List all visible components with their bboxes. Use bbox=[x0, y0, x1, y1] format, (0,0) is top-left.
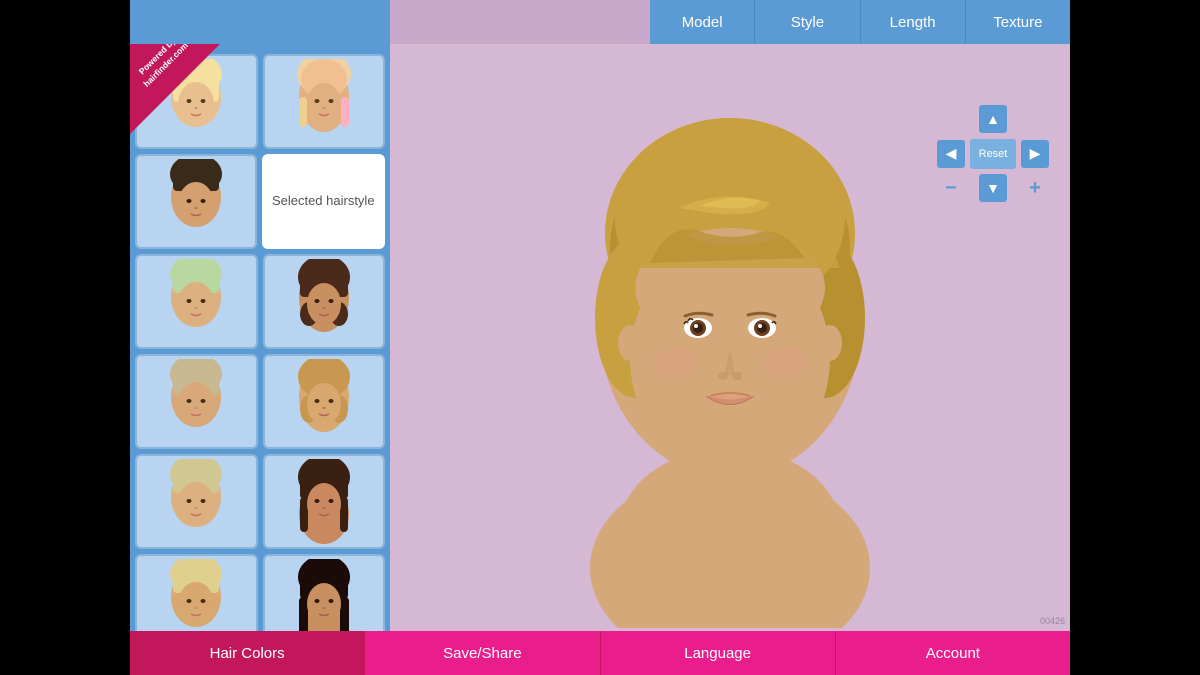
tab-length[interactable]: Length bbox=[861, 0, 966, 44]
selected-label: Selected hairstyle bbox=[272, 193, 375, 210]
sidebar-row-4 bbox=[135, 354, 385, 449]
hairstyle-5a[interactable] bbox=[135, 454, 258, 549]
nav-left-button[interactable]: ◀ bbox=[937, 140, 965, 168]
sidebar-row-3 bbox=[135, 254, 385, 349]
nav-down-button[interactable]: ▼ bbox=[979, 174, 1007, 202]
zoom-out-button[interactable]: − bbox=[937, 174, 965, 202]
tab-model[interactable]: Model bbox=[650, 0, 755, 44]
zoom-in-button[interactable]: + bbox=[1021, 174, 1049, 202]
sidebar-row-2: Selected hairstyle bbox=[135, 154, 385, 249]
tab-texture[interactable]: Texture bbox=[966, 0, 1070, 44]
reset-button[interactable]: Reset bbox=[970, 139, 1016, 169]
nav-save-share[interactable]: Save/Share bbox=[365, 631, 600, 675]
bottom-navigation: Hair Colors Save/Share Language Account bbox=[130, 631, 1070, 675]
hairstyle-2a[interactable] bbox=[135, 154, 257, 249]
sidebar-row-6 bbox=[135, 554, 385, 631]
hairstyle-3b[interactable] bbox=[263, 254, 386, 349]
nav-account[interactable]: Account bbox=[836, 631, 1070, 675]
nav-language[interactable]: Language bbox=[601, 631, 836, 675]
watermark: 00426 bbox=[1040, 616, 1065, 626]
hairstyle-selected[interactable]: Selected hairstyle bbox=[262, 154, 386, 249]
hairstyle-6b[interactable] bbox=[263, 554, 386, 631]
hairstyle-4a[interactable] bbox=[135, 354, 258, 449]
sidebar-row-1 bbox=[135, 54, 385, 149]
nav-up-button[interactable]: ▲ bbox=[979, 105, 1007, 133]
hairstyle-3a[interactable] bbox=[135, 254, 258, 349]
hairstyle-1b[interactable] bbox=[263, 54, 386, 149]
preview-image bbox=[520, 48, 940, 628]
main-preview: ▲ ◀ Reset ▶ − ▼ + 00426 bbox=[390, 44, 1070, 631]
hairstyle-1a[interactable] bbox=[135, 54, 258, 149]
sidebar-row-5 bbox=[135, 454, 385, 549]
tab-style[interactable]: Style bbox=[755, 0, 860, 44]
navigation-controls: ▲ ◀ Reset ▶ − ▼ + bbox=[936, 104, 1050, 203]
hairstyle-4b[interactable] bbox=[263, 354, 386, 449]
hairstyle-6a[interactable] bbox=[135, 554, 258, 631]
nav-hair-colors[interactable]: Hair Colors bbox=[130, 631, 365, 675]
nav-right-button[interactable]: ▶ bbox=[1021, 140, 1049, 168]
hairstyle-5b[interactable] bbox=[263, 454, 386, 549]
